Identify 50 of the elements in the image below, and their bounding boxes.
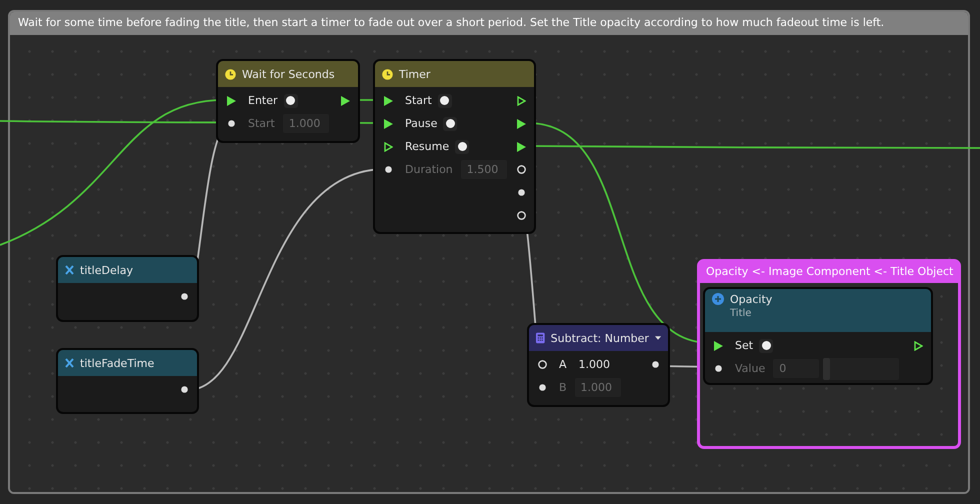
port-label: Start [405,94,432,107]
toggle-button[interactable] [759,338,774,352]
toggle-button[interactable] [284,94,298,108]
group-description: Wait for some time before fading the title, then start a timer to fade out over a short period. Set the Title opacity according to how much fadeout time is left. [10,12,968,35]
node-title: titleDelay [80,264,134,276]
port-label: Set [735,339,754,352]
flow-port-icon[interactable] [516,118,526,128]
data-port-icon[interactable] [180,386,188,393]
caret-icon[interactable] [654,336,661,340]
flow-port-icon[interactable] [340,96,350,106]
flow-port-icon[interactable] [714,340,722,350]
flow-port-icon[interactable] [384,118,392,128]
variable-icon [65,265,74,275]
node-title: Opacity [730,293,772,306]
toggle-button[interactable] [455,140,470,154]
port-label: Start [248,117,275,130]
data-port-icon[interactable] [516,211,526,220]
group-title: Opacity <- Image Component <- Title Object [700,262,958,283]
port-label: Pause [405,117,438,130]
data-port-icon[interactable] [538,360,546,369]
toggle-button[interactable] [438,94,452,108]
flow-port-icon[interactable] [914,340,922,350]
data-port-icon[interactable] [518,189,524,196]
port-label: Duration [405,163,453,176]
variable-icon [65,358,74,368]
calculator-icon [536,332,545,344]
variable-node[interactable]: titleDelay [56,255,199,322]
flow-port-icon[interactable] [384,142,392,152]
node-title: Subtract: Number [550,332,649,344]
data-port-icon[interactable] [180,293,188,300]
node-title: Wait for Seconds [242,68,335,80]
flow-port-icon[interactable] [226,96,236,106]
port-label: A [559,358,567,371]
toggle-button[interactable] [443,116,458,130]
plus-icon [712,293,724,305]
clock-icon [225,68,236,80]
node-subtitle: Title [730,308,752,319]
node-title: titleFadeTime [80,356,154,370]
value-text: 1.000 [578,358,610,371]
port-label: Value [735,362,766,375]
port-label: Resume [405,140,450,153]
port-label: B [559,381,567,394]
node-title: Timer [399,68,430,80]
flow-port-icon[interactable] [516,96,526,106]
flow-port-icon[interactable] [516,142,526,152]
clock-icon [382,68,393,80]
data-port-icon[interactable] [652,361,658,368]
flow-port-icon[interactable] [384,96,392,106]
port-label: Enter [248,94,278,107]
variable-node[interactable]: titleFadeTime [56,348,199,414]
